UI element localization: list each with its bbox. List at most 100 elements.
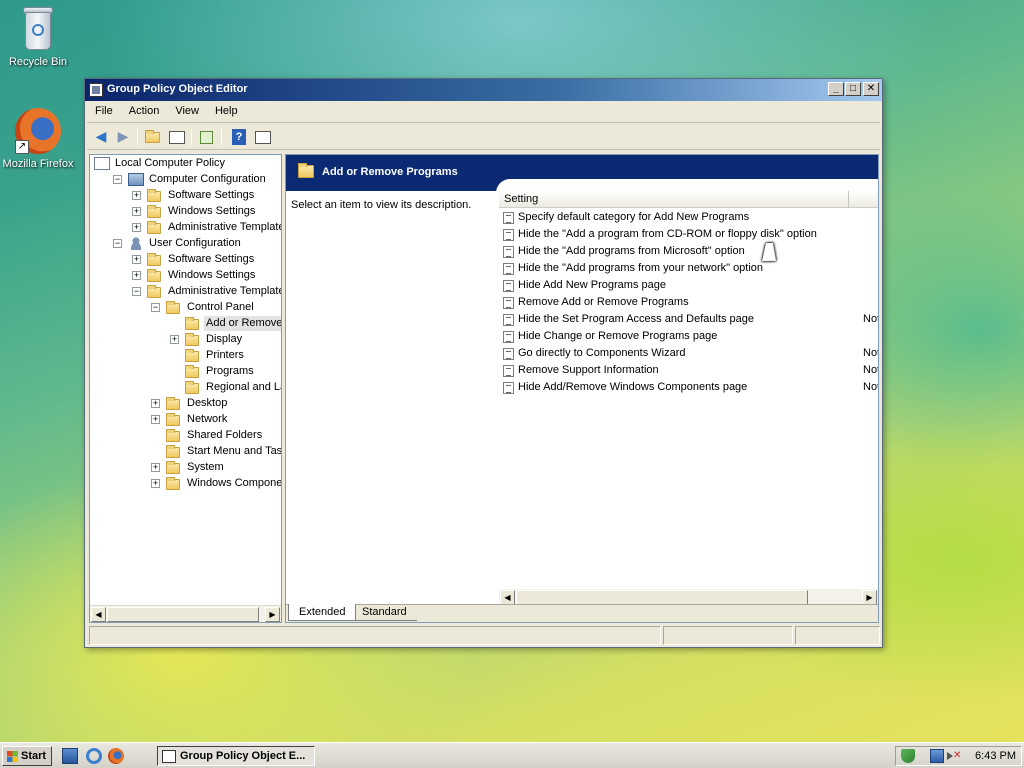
tree-item[interactable]: Regional and Langu — [90, 380, 281, 396]
tree-item[interactable]: − Computer Configuration — [90, 172, 281, 188]
maximize-button[interactable]: □ — [845, 82, 861, 96]
setting-row[interactable]: Go directly to Components Wizard Not — [503, 346, 878, 363]
scroll-right-button[interactable]: ▶ — [265, 607, 280, 622]
desktop-icon-firefox[interactable]: ↗ Mozilla Firefox — [0, 108, 78, 170]
forward-arrow-icon[interactable]: ▶ — [113, 128, 133, 146]
setting-row[interactable]: Hide the "Add a program from CD-ROM or f… — [503, 227, 878, 244]
expand-icon[interactable]: + — [151, 415, 160, 424]
column-header-setting[interactable]: Setting — [499, 191, 849, 208]
show-hide-tree-icon[interactable] — [167, 128, 187, 146]
tree-item[interactable]: − Administrative Templates — [90, 284, 281, 300]
gpedit-window: Group Policy Object Editor _ □ ✕ File Act… — [84, 78, 883, 648]
menu-action[interactable]: Action — [121, 102, 168, 117]
policy-setting-icon — [503, 382, 514, 394]
scroll-right-button[interactable]: ▶ — [862, 590, 877, 605]
collapse-icon[interactable]: − — [113, 239, 122, 248]
taskbar-button-gpedit[interactable]: Group Policy Object E... — [157, 746, 315, 766]
expand-icon[interactable]: + — [132, 207, 141, 216]
expand-icon[interactable]: + — [151, 479, 160, 488]
desktop-icon-recycle-bin[interactable]: Recycle Bin — [0, 4, 78, 68]
tree-item[interactable]: + Windows Components — [90, 476, 281, 492]
tree-item[interactable]: + Desktop — [90, 396, 281, 412]
scroll-thumb[interactable] — [107, 607, 259, 622]
start-label: Start — [21, 750, 47, 762]
expand-icon[interactable]: + — [151, 399, 160, 408]
tree-item[interactable]: Add or Remove Pro — [90, 316, 281, 332]
setting-state: Not — [863, 381, 879, 393]
setting-row[interactable]: Hide the "Add programs from your network… — [503, 261, 878, 278]
security-shield-icon[interactable] — [901, 749, 915, 763]
menu-help[interactable]: Help — [207, 102, 246, 117]
tree-item[interactable]: + Network — [90, 412, 281, 428]
tree-item[interactable]: − Control Panel — [90, 300, 281, 316]
tab-extended[interactable]: Extended — [288, 604, 357, 621]
folder-icon — [147, 269, 161, 282]
tree-item[interactable]: + Windows Settings — [90, 204, 281, 220]
tree-item-label: Network — [187, 413, 228, 425]
setting-row[interactable]: Hide Add/Remove Windows Components page N… — [503, 380, 878, 397]
setting-row[interactable]: Remove Support Information Not — [503, 363, 878, 380]
tree-item[interactable]: Printers — [90, 348, 281, 364]
export-list-icon[interactable] — [197, 128, 217, 146]
title-bar[interactable]: Group Policy Object Editor _ □ ✕ — [85, 79, 882, 101]
tab-standard[interactable]: Standard — [352, 604, 417, 621]
show-desktop-icon[interactable] — [62, 748, 78, 764]
tree-item[interactable]: Start Menu and Taskba — [90, 444, 281, 460]
expand-icon[interactable]: + — [151, 463, 160, 472]
scroll-thumb[interactable] — [516, 590, 808, 605]
tree-item[interactable]: Local Computer Policy — [90, 156, 281, 172]
expand-icon[interactable]: + — [132, 255, 141, 264]
tree-item[interactable]: + Administrative Templates — [90, 220, 281, 236]
collapse-icon[interactable]: − — [132, 287, 141, 296]
help-icon[interactable]: ? — [229, 128, 249, 146]
up-folder-icon[interactable] — [143, 128, 163, 146]
internet-explorer-icon[interactable] — [86, 748, 102, 764]
tree-item[interactable]: + System — [90, 460, 281, 476]
close-button[interactable]: ✕ — [863, 82, 879, 96]
setting-row[interactable]: Hide the "Add programs from Microsoft" o… — [503, 244, 878, 261]
shortcut-arrow-icon: ↗ — [15, 140, 29, 154]
tree-item[interactable]: + Software Settings — [90, 188, 281, 204]
folder-icon — [166, 477, 180, 490]
expand-icon[interactable]: + — [132, 271, 141, 280]
setting-row[interactable]: Specify default category for Add New Pro… — [503, 210, 878, 227]
policy-setting-icon — [503, 263, 514, 275]
tree-item-label: Programs — [206, 365, 254, 377]
tree-item[interactable]: + Display — [90, 332, 281, 348]
expand-icon[interactable]: + — [132, 191, 141, 200]
collapse-icon[interactable]: − — [113, 175, 122, 184]
tree-item-label: Administrative Templates — [168, 221, 281, 233]
start-button[interactable]: Start — [2, 746, 52, 766]
collapse-icon[interactable]: − — [151, 303, 160, 312]
tree-horizontal-scrollbar[interactable]: ◀ ▶ — [90, 605, 281, 622]
firefox-icon[interactable] — [108, 748, 124, 764]
toolbar: ◀ ▶ ? — [87, 124, 880, 150]
scroll-left-button[interactable]: ◀ — [91, 607, 106, 622]
expand-icon[interactable]: + — [170, 335, 179, 344]
tree-item-label: Windows Components — [187, 477, 281, 489]
back-arrow-icon[interactable]: ◀ — [91, 128, 111, 146]
tree-item[interactable]: + Software Settings — [90, 252, 281, 268]
tree-item-label: Software Settings — [168, 189, 255, 201]
setting-row[interactable]: Hide Add New Programs page — [503, 278, 878, 295]
scroll-left-button[interactable]: ◀ — [500, 590, 515, 605]
folder-icon — [147, 253, 161, 266]
setting-row[interactable]: Hide Change or Remove Programs page — [503, 329, 878, 346]
tree-item[interactable]: Shared Folders — [90, 428, 281, 444]
setting-row[interactable]: Hide the Set Program Access and Defaults… — [503, 312, 878, 329]
network-icon[interactable] — [930, 749, 944, 763]
menu-view[interactable]: View — [167, 102, 207, 117]
tree-item[interactable]: Programs — [90, 364, 281, 380]
clock[interactable]: 6:43 PM — [975, 750, 1016, 762]
setting-row[interactable]: Remove Add or Remove Programs — [503, 295, 878, 312]
setting-state: Not — [863, 347, 879, 359]
tree-item[interactable]: + Windows Settings — [90, 268, 281, 284]
minimize-button[interactable]: _ — [828, 82, 844, 96]
tree-item[interactable]: − User Configuration — [90, 236, 281, 252]
setting-name: Hide the "Add programs from Microsoft" o… — [518, 245, 745, 257]
expand-icon[interactable]: + — [132, 223, 141, 232]
properties-icon[interactable] — [253, 128, 273, 146]
menu-file[interactable]: File — [87, 102, 121, 117]
menu-bar: File Action View Help — [87, 102, 880, 123]
tree-item-label: Regional and Langu — [206, 381, 281, 393]
